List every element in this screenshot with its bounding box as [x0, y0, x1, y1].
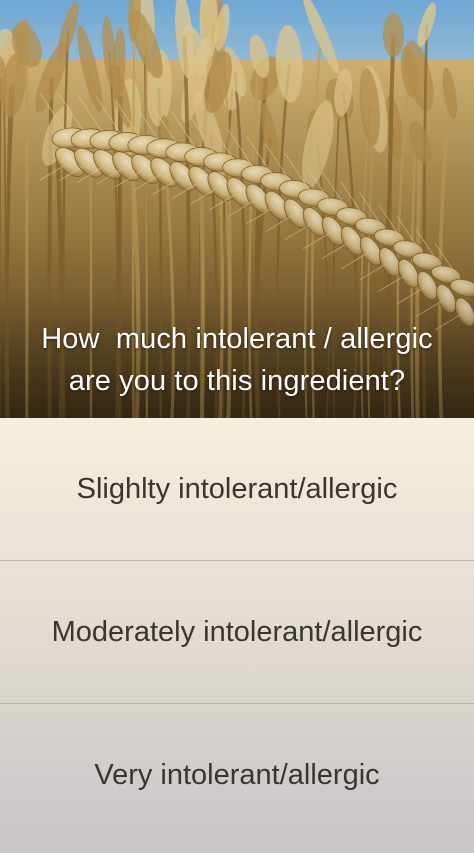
option-label: Slighlty intolerant/allergic [76, 472, 398, 505]
option-label: Moderately intolerant/allergic [51, 615, 423, 648]
option-moderately-intolerant[interactable]: Moderately intolerant/allergic [0, 561, 474, 703]
screen: How much intolerant / allergic are you t… [0, 0, 474, 853]
question-line-2: are you to this ingredient? [68, 365, 406, 397]
wheat-header-image: How much intolerant / allergic are you t… [0, 0, 474, 418]
question-line-1: How much intolerant / allergic [41, 323, 433, 355]
option-slightly-intolerant[interactable]: Slighlty intolerant/allergic [0, 418, 474, 560]
option-label: Very intolerant/allergic [94, 758, 380, 791]
option-very-intolerant[interactable]: Very intolerant/allergic [0, 704, 474, 846]
answer-options-list: Slighlty intolerant/allergic Moderately … [0, 418, 474, 853]
question-heading: How much intolerant / allergic are you t… [0, 318, 474, 402]
